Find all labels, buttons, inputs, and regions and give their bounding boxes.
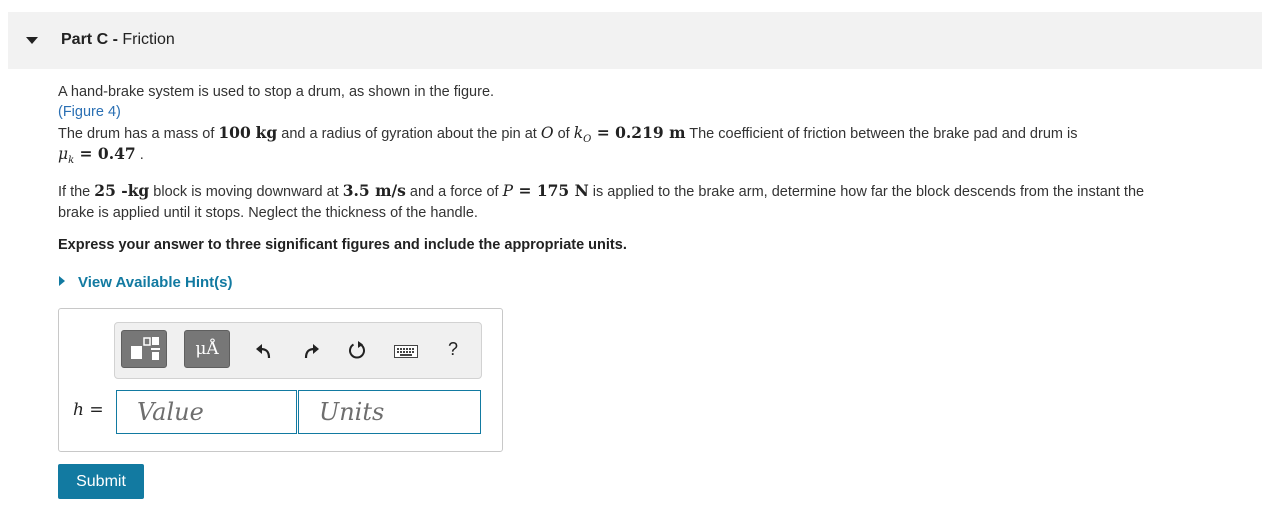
view-hints-link[interactable]: View Available Hint(s) xyxy=(78,274,233,291)
template-button[interactable] xyxy=(121,330,167,368)
problem-intro: A hand-brake system is used to stop a dr… xyxy=(58,84,495,100)
problem-line-handle: brake is applied until it stops. Neglect… xyxy=(58,205,478,221)
problem-line-drum: The drum has a mass of 100 kg and a radi… xyxy=(58,123,1078,146)
math-toolbar: μÅ ? xyxy=(114,322,482,379)
keyboard-icon[interactable] xyxy=(394,343,418,359)
units-field[interactable] xyxy=(298,390,481,434)
units-input[interactable] xyxy=(299,391,480,433)
reset-icon[interactable] xyxy=(347,340,367,360)
part-title: Part C - Friction xyxy=(61,31,175,48)
part-header[interactable] xyxy=(8,12,1262,69)
units-button-label: μÅ xyxy=(195,339,219,359)
hint-caret-icon[interactable] xyxy=(59,276,65,286)
template-icon xyxy=(131,337,160,360)
collapse-caret-icon[interactable] xyxy=(26,37,38,44)
submit-button[interactable]: Submit xyxy=(58,464,144,499)
figure-link[interactable]: (Figure 4) xyxy=(58,104,121,120)
help-button[interactable]: ? xyxy=(448,339,458,360)
value-input[interactable] xyxy=(117,391,296,433)
problem-line-friction: μk = 0.47 . xyxy=(58,144,144,167)
answer-instruction: Express your answer to three significant… xyxy=(58,237,627,253)
problem-line-block: If the 25 -kg block is moving downward a… xyxy=(58,181,1145,200)
answer-variable-label: h = xyxy=(73,400,104,420)
redo-icon[interactable] xyxy=(302,342,320,360)
value-field[interactable] xyxy=(116,390,297,434)
undo-icon[interactable] xyxy=(255,342,273,360)
units-button[interactable]: μÅ xyxy=(184,330,230,368)
